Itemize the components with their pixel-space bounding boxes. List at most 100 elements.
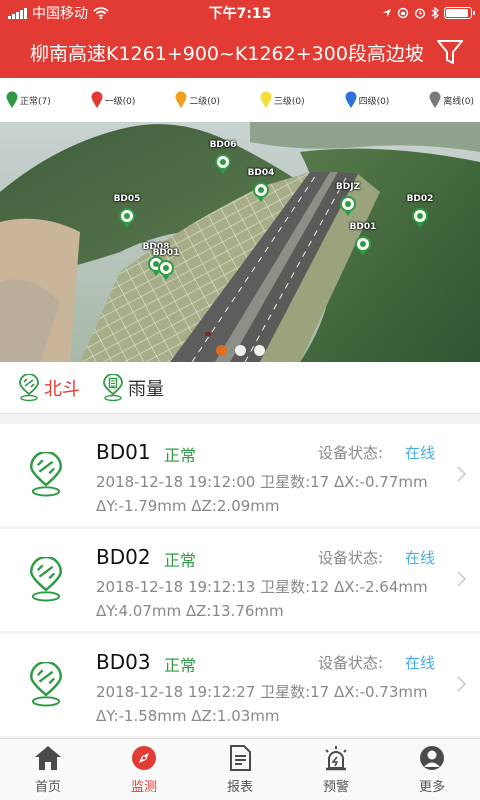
app-root: 中国移动 下午7:15 柳南高速K1261+900~K1262+300段高边坡 …	[0, 0, 480, 800]
location-icon	[383, 9, 391, 17]
status-bar: 中国移动 下午7:15	[0, 0, 480, 26]
tab-beidou[interactable]: 北斗	[18, 373, 80, 402]
wifi-icon	[93, 7, 109, 19]
marker-label: BD02	[406, 194, 434, 204]
device-state-label: 设备状态:	[318, 549, 384, 567]
device-status: 正常	[164, 551, 197, 570]
device-state-value: 在线	[405, 549, 436, 567]
map-marker-icon	[215, 154, 231, 174]
legend-item-normal[interactable]: 正常(7)	[6, 91, 51, 109]
device-list: BD01 正常 设备状态: 在线 2018-12-18 19:12:00 卫星数…	[0, 424, 480, 739]
legend-item-level-3[interactable]: 三级(0)	[260, 91, 305, 109]
map-marker-icon	[119, 208, 135, 228]
device-state-value: 在线	[405, 444, 436, 462]
map-pin-icon	[429, 91, 441, 108]
map-marker-icon	[253, 182, 269, 202]
map-marker[interactable]: BDJZ	[336, 182, 360, 220]
carousel-dot[interactable]	[215, 345, 227, 356]
device-detail: 2018-12-18 19:12:27 卫星数:17 ΔX:-0.73mm ΔY…	[96, 683, 428, 725]
legend-item-level-2[interactable]: 二级(0)	[175, 91, 220, 109]
aerial-map[interactable]: BD06 BD04 BD05 BDJZ BD02 BD01 BD08 BD01	[0, 122, 480, 362]
map-pin-icon	[6, 91, 18, 108]
map-marker-icon	[340, 196, 356, 216]
map-pin-icon	[345, 91, 357, 108]
legend-item-level-1[interactable]: 一级(0)	[91, 91, 136, 109]
tab-alert[interactable]: 预警	[288, 739, 384, 800]
device-state-label: 设备状态:	[318, 654, 384, 672]
rotation-lock-icon	[397, 7, 409, 19]
marker-label: BD05	[113, 194, 141, 204]
device-name: BD02	[96, 545, 151, 569]
tab-label: 报表	[226, 780, 253, 795]
map-pin-icon	[175, 91, 187, 108]
tab-home[interactable]: 首页	[0, 739, 96, 800]
tab-more[interactable]: 更多	[384, 739, 480, 800]
tab-label: 更多	[418, 780, 445, 795]
legend-item-offline[interactable]: 离线(0)	[429, 91, 474, 109]
map-pin-icon	[260, 91, 272, 108]
tab-rainfall[interactable]: 雨量	[102, 373, 164, 402]
chevron-right-icon	[457, 571, 466, 587]
device-name: BD01	[96, 440, 151, 464]
carousel-dot[interactable]	[234, 345, 246, 356]
filter-icon	[437, 40, 463, 64]
chevron-right-icon	[457, 466, 466, 482]
rain-gauge-pin-icon	[103, 373, 123, 401]
marker-label: BD01	[152, 248, 180, 258]
status-right	[382, 7, 475, 19]
tab-label: 监测	[130, 780, 157, 795]
legend-label: 离线(0)	[443, 96, 474, 107]
legend-label: 一级(0)	[104, 96, 136, 107]
device-state-value: 在线	[405, 654, 436, 672]
satellite-pin-icon	[29, 557, 63, 602]
chevron-right-icon	[457, 676, 466, 692]
satellite-pin-icon	[29, 452, 63, 497]
map-marker[interactable]: BD05	[114, 194, 140, 232]
legend-label: 正常(7)	[20, 96, 51, 107]
marker-label: BD04	[247, 168, 275, 178]
device-card[interactable]: BD02 正常 设备状态: 在线 2018-12-18 19:12:13 卫星数…	[0, 529, 480, 631]
marker-label: BD06	[209, 140, 237, 150]
device-status: 正常	[164, 446, 197, 465]
tab-label: 雨量	[128, 378, 164, 400]
carousel-indicator	[0, 345, 480, 356]
map-marker[interactable]: BD02	[407, 194, 433, 232]
map-marker[interactable]: BD01	[350, 222, 376, 260]
nav-bar: 柳南高速K1261+900~K1262+300段高边坡	[0, 26, 480, 78]
map-pin-icon	[91, 91, 103, 108]
filter-button[interactable]	[428, 30, 472, 74]
device-state-label: 设备状态:	[318, 444, 384, 462]
device-name: BD03	[96, 650, 151, 674]
map-marker-icon	[355, 236, 371, 256]
level-legend: 正常(7) 一级(0) 二级(0) 三级(0) 四级(0) 离线(0)	[0, 78, 480, 122]
device-detail: 2018-12-18 19:12:13 卫星数:12 ΔX:-2.64mm ΔY…	[96, 578, 428, 620]
sensor-type-tabs: 北斗 雨量	[0, 362, 480, 414]
legend-item-level-4[interactable]: 四级(0)	[345, 91, 390, 109]
device-card[interactable]: BD03 正常 设备状态: 在线 2018-12-18 19:12:27 卫星数…	[0, 634, 480, 736]
carrier-label: 中国移动	[32, 6, 88, 22]
bluetooth-icon	[431, 7, 439, 19]
compass-icon	[132, 746, 156, 770]
tab-report[interactable]: 报表	[192, 739, 288, 800]
bottom-tab-bar: 首页 监测 报表 预警 更多	[0, 738, 480, 800]
signal-icon	[8, 7, 27, 19]
legend-label: 四级(0)	[358, 96, 390, 107]
user-icon	[420, 746, 444, 770]
map-marker-icon	[158, 260, 174, 280]
alarm-clock-icon	[414, 8, 426, 19]
tab-label: 北斗	[44, 378, 80, 400]
tab-label: 预警	[322, 780, 349, 795]
marker-label: BDJZ	[335, 182, 361, 192]
report-icon	[230, 745, 251, 771]
map-marker[interactable]: BD01	[153, 248, 179, 284]
status-left: 中国移动	[8, 3, 109, 23]
carousel-dot[interactable]	[253, 345, 265, 356]
map-marker[interactable]: BD04	[248, 168, 274, 206]
map-marker[interactable]: BD06	[210, 140, 236, 178]
device-status: 正常	[164, 656, 197, 675]
aerial-photo	[0, 122, 480, 362]
legend-label: 二级(0)	[189, 96, 221, 107]
tab-monitor[interactable]: 监测	[96, 739, 192, 800]
device-card[interactable]: BD01 正常 设备状态: 在线 2018-12-18 19:12:00 卫星数…	[0, 424, 480, 526]
satellite-pin-icon	[29, 662, 63, 707]
